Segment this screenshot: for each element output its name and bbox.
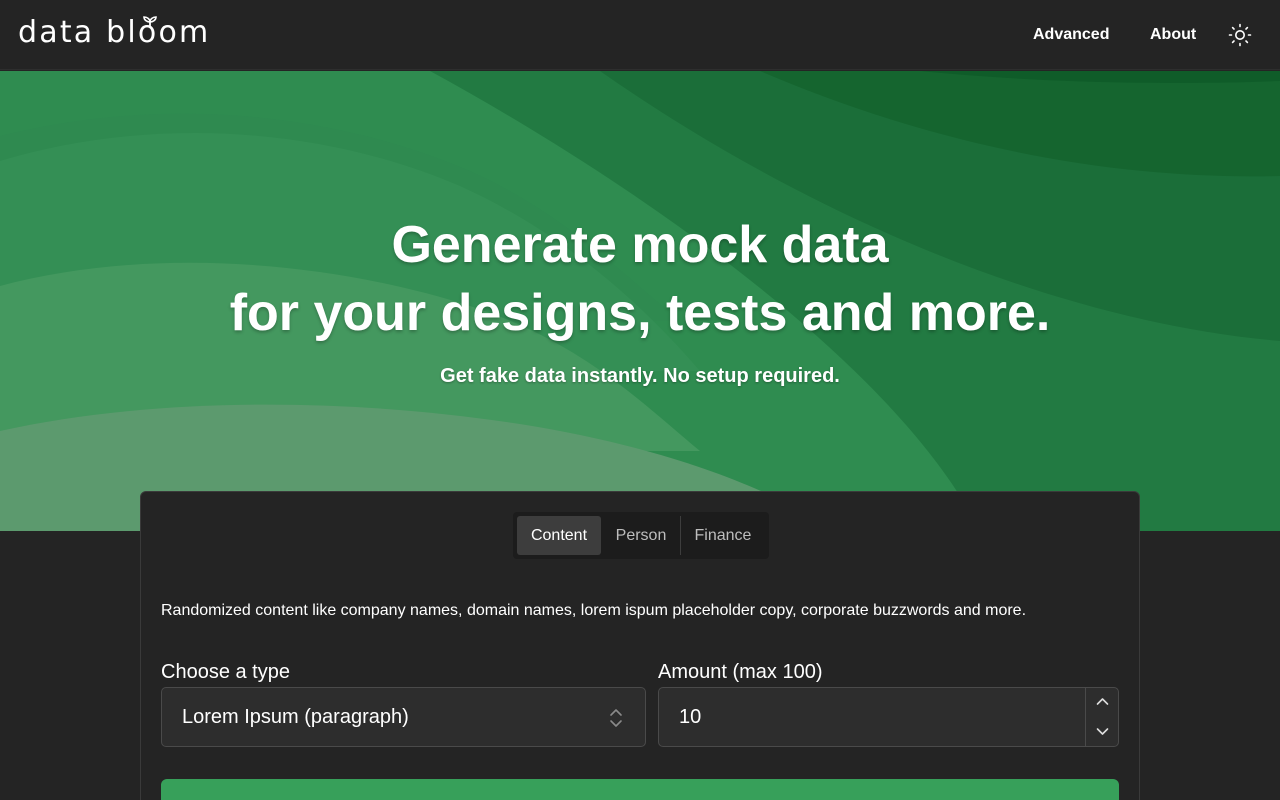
- generator-card: Content Person Finance Randomized conten…: [140, 491, 1140, 800]
- hero-subtitle: Get fake data instantly. No setup requir…: [440, 365, 840, 387]
- tab-person[interactable]: Person: [603, 516, 679, 555]
- top-bar: data bloom Advanced About: [0, 0, 1280, 70]
- sprout-icon: [143, 16, 157, 28]
- category-tabs: Content Person Finance: [513, 512, 769, 559]
- logo[interactable]: data bloom: [18, 15, 218, 50]
- hero-title: Generate mock data for your designs, tes…: [0, 211, 1280, 347]
- logo-text: data bloom: [18, 15, 211, 50]
- select-chevrons-icon: [610, 709, 622, 727]
- type-select[interactable]: Lorem Ipsum (paragraph): [161, 687, 646, 747]
- nav-about-link[interactable]: About: [1150, 26, 1196, 44]
- amount-value: 10: [679, 706, 702, 728]
- category-description: Randomized content like company names, d…: [161, 602, 1027, 619]
- hero-banner: Generate mock data for your designs, tes…: [0, 71, 1280, 531]
- nav-advanced-link[interactable]: Advanced: [1033, 26, 1109, 44]
- chevron-up-icon[interactable]: [1086, 688, 1119, 717]
- type-select-value: Lorem Ipsum (paragraph): [182, 706, 409, 728]
- amount-stepper: [1085, 688, 1119, 746]
- hero-title-line1: Generate mock data: [391, 216, 889, 274]
- type-label: Choose a type: [161, 661, 290, 683]
- amount-input[interactable]: 10: [658, 687, 1119, 747]
- sun-icon[interactable]: [1228, 23, 1252, 47]
- generate-button[interactable]: [161, 779, 1119, 800]
- tab-content[interactable]: Content: [517, 516, 601, 555]
- hero-title-line2: for your designs, tests and more.: [229, 284, 1051, 342]
- amount-label: Amount (max 100): [658, 661, 823, 683]
- chevron-down-icon[interactable]: [1086, 717, 1119, 746]
- tab-finance[interactable]: Finance: [681, 516, 765, 555]
